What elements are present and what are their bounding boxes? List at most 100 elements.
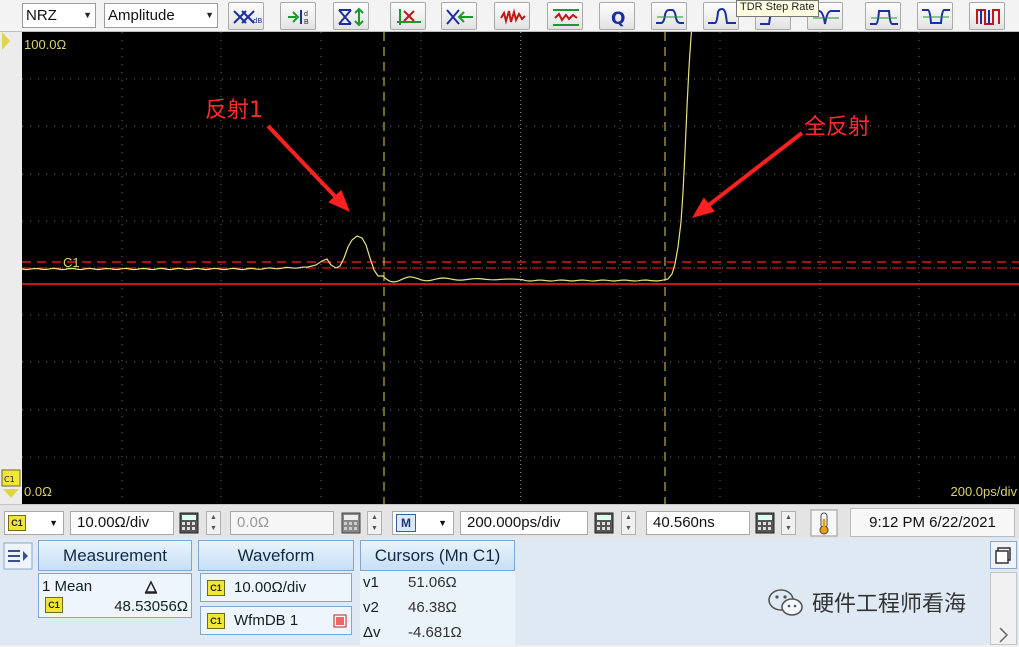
horizontal-scale-field[interactable]: 200.000ps/div <box>460 511 588 535</box>
channel-select[interactable]: C1 ▼ <box>4 511 64 535</box>
panel-scrollbar[interactable] <box>990 572 1017 645</box>
mode-select-value: Amplitude <box>108 7 175 24</box>
panel-restore-button[interactable] <box>990 541 1017 569</box>
control-row: C1 ▼ 10.00Ω/div ▲ ▼ 0.0Ω ▲ ▼ M ▼ 200.000ps… <box>0 504 1019 538</box>
chevron-down-icon: ▼ <box>205 10 214 20</box>
bottom-scale-label: 0.0Ω <box>24 484 52 499</box>
math-select[interactable]: M ▼ <box>392 511 454 535</box>
autoscale-icon: dB <box>288 10 309 26</box>
wave-1-button[interactable] <box>651 2 687 30</box>
scope-display[interactable]: 100.0Ω 0.0Ω 200.0ps/div C1 反射1 全反射 <box>22 32 1019 504</box>
vertical-offset-spinner[interactable]: ▲ ▼ <box>367 511 382 535</box>
left-strip: C1 <box>0 32 22 504</box>
channel-tag: C1 <box>8 515 26 531</box>
cursor-cross-icon <box>397 9 421 25</box>
channel-tag: C1 <box>207 580 225 596</box>
calculator-icon[interactable] <box>340 511 362 535</box>
datetime-display: 9:12 PM 6/22/2021 <box>850 508 1015 537</box>
cursors-content: v1 51.06Ω v2 46.38Ω Δv -4.681Ω <box>360 571 515 645</box>
panel-menu-icon[interactable] <box>3 542 33 570</box>
svg-text:dB: dB <box>253 17 262 25</box>
wave-2-button[interactable] <box>703 2 739 30</box>
pattern-select-value: NRZ <box>26 7 57 24</box>
watermark-text: 硬件工程师看海 <box>812 592 967 617</box>
noise-icon <box>500 8 526 25</box>
wave-5-icon <box>870 10 898 25</box>
cursor-delete-icon <box>446 9 473 25</box>
pulse-button[interactable] <box>969 2 1005 30</box>
cursor-v2-value: 46.38Ω <box>408 599 457 616</box>
autoscale-button[interactable]: dB <box>280 2 316 30</box>
vertical-offset-field[interactable]: 0.0Ω <box>230 511 334 535</box>
vertical-scale-spinner[interactable]: ▲ ▼ <box>206 511 221 535</box>
trigger-marker-icon: C1 <box>1 32 21 498</box>
pulse-icon <box>976 9 1000 25</box>
db-scale-button[interactable]: dB <box>228 2 264 30</box>
measurement-value: 48.53056Ω <box>114 598 188 615</box>
wave-1-icon <box>656 9 684 24</box>
wave-2-icon <box>708 7 736 24</box>
cursor-cross-button[interactable] <box>390 2 426 30</box>
q-factor-button[interactable]: Q <box>599 2 635 30</box>
ref-waveform-button[interactable] <box>547 2 583 30</box>
wave-6-icon <box>922 9 950 24</box>
total-reflection-annotation: 全反射 <box>804 115 871 140</box>
total-reflection-arrow-icon <box>692 131 804 218</box>
scope-grid <box>22 32 1019 504</box>
tab-cursors[interactable]: Cursors (Mn C1) <box>360 540 515 571</box>
tooltip: TDR Step Rate <box>736 0 819 17</box>
toolbar: NRZ ▼ Amplitude ▼ dB dB Q TDR Step Rate <box>0 0 1019 32</box>
cursor-delete-button[interactable] <box>441 2 477 30</box>
channel-tag: C1 <box>207 613 225 629</box>
channel-marker: C1 <box>63 255 80 270</box>
waveform-db-item[interactable]: C1 WfmDB 1 <box>200 606 352 635</box>
calculator-icon[interactable] <box>754 511 776 535</box>
waveform-trace <box>22 32 693 283</box>
thermometer-icon[interactable] <box>810 509 838 537</box>
svg-text:d: d <box>304 11 308 18</box>
vertical-scale-field[interactable]: 10.00Ω/div <box>70 511 174 535</box>
q-factor-icon: Q <box>611 9 625 28</box>
marker-arrows-button[interactable] <box>333 2 369 30</box>
reflection-arrow-icon <box>266 124 350 212</box>
chevron-down-icon: ▼ <box>83 10 92 20</box>
waveform-db-icon[interactable] <box>333 614 347 628</box>
marker-arrows-icon <box>338 7 364 27</box>
chevron-down-icon: ▼ <box>49 518 58 528</box>
calculator-icon[interactable] <box>593 511 615 535</box>
mode-select[interactable]: Amplitude ▼ <box>104 3 218 28</box>
horizontal-scale-spinner[interactable]: ▲ ▼ <box>621 511 636 535</box>
math-tag: M <box>396 514 416 532</box>
calculator-icon[interactable] <box>178 511 200 535</box>
ref-waveform-icon <box>553 9 579 26</box>
time-scale-label: 200.0ps/div <box>950 484 1018 499</box>
cursor-v2-label: v2 <box>363 599 379 616</box>
restore-window-icon <box>995 547 1011 564</box>
position-spinner[interactable]: ▲ ▼ <box>781 511 796 535</box>
position-field[interactable]: 40.560ns <box>646 511 750 535</box>
channel-tag: C1 <box>45 597 63 613</box>
reflection-annotation: 反射1 <box>205 98 263 123</box>
tab-waveform[interactable]: Waveform <box>198 540 354 571</box>
wechat-logo-icon <box>768 589 803 616</box>
tab-measurement[interactable]: Measurement <box>38 540 192 571</box>
wave-6-button[interactable] <box>917 2 953 30</box>
cursor-dv-label: Δv <box>363 624 381 641</box>
waveform-scale-item[interactable]: C1 10.00Ω/div <box>200 573 352 602</box>
cursor-dv-value: -4.681Ω <box>408 624 462 641</box>
measurement-item[interactable]: 1 Mean C1 48.53056Ω <box>38 573 192 618</box>
svg-text:B: B <box>304 19 309 26</box>
db-scale-icon: dB <box>233 10 262 25</box>
chevron-down-icon: ▼ <box>438 518 447 528</box>
delta-icon[interactable] <box>143 580 159 594</box>
wave-5-button[interactable] <box>865 2 901 30</box>
noise-filter-button[interactable] <box>494 2 530 30</box>
pattern-select[interactable]: NRZ ▼ <box>22 3 96 28</box>
measurement-panel: Measurement Waveform Cursors (Mn C1) 1 M… <box>0 538 1019 645</box>
scroll-right-icon <box>999 627 1009 643</box>
waveform-scale-value: 10.00Ω/div <box>234 579 307 596</box>
waveform-db-label: WfmDB 1 <box>234 612 299 629</box>
cursor-v1-label: v1 <box>363 574 379 591</box>
top-scale-label: 100.0Ω <box>24 37 67 52</box>
svg-text:Q: Q <box>611 9 625 28</box>
